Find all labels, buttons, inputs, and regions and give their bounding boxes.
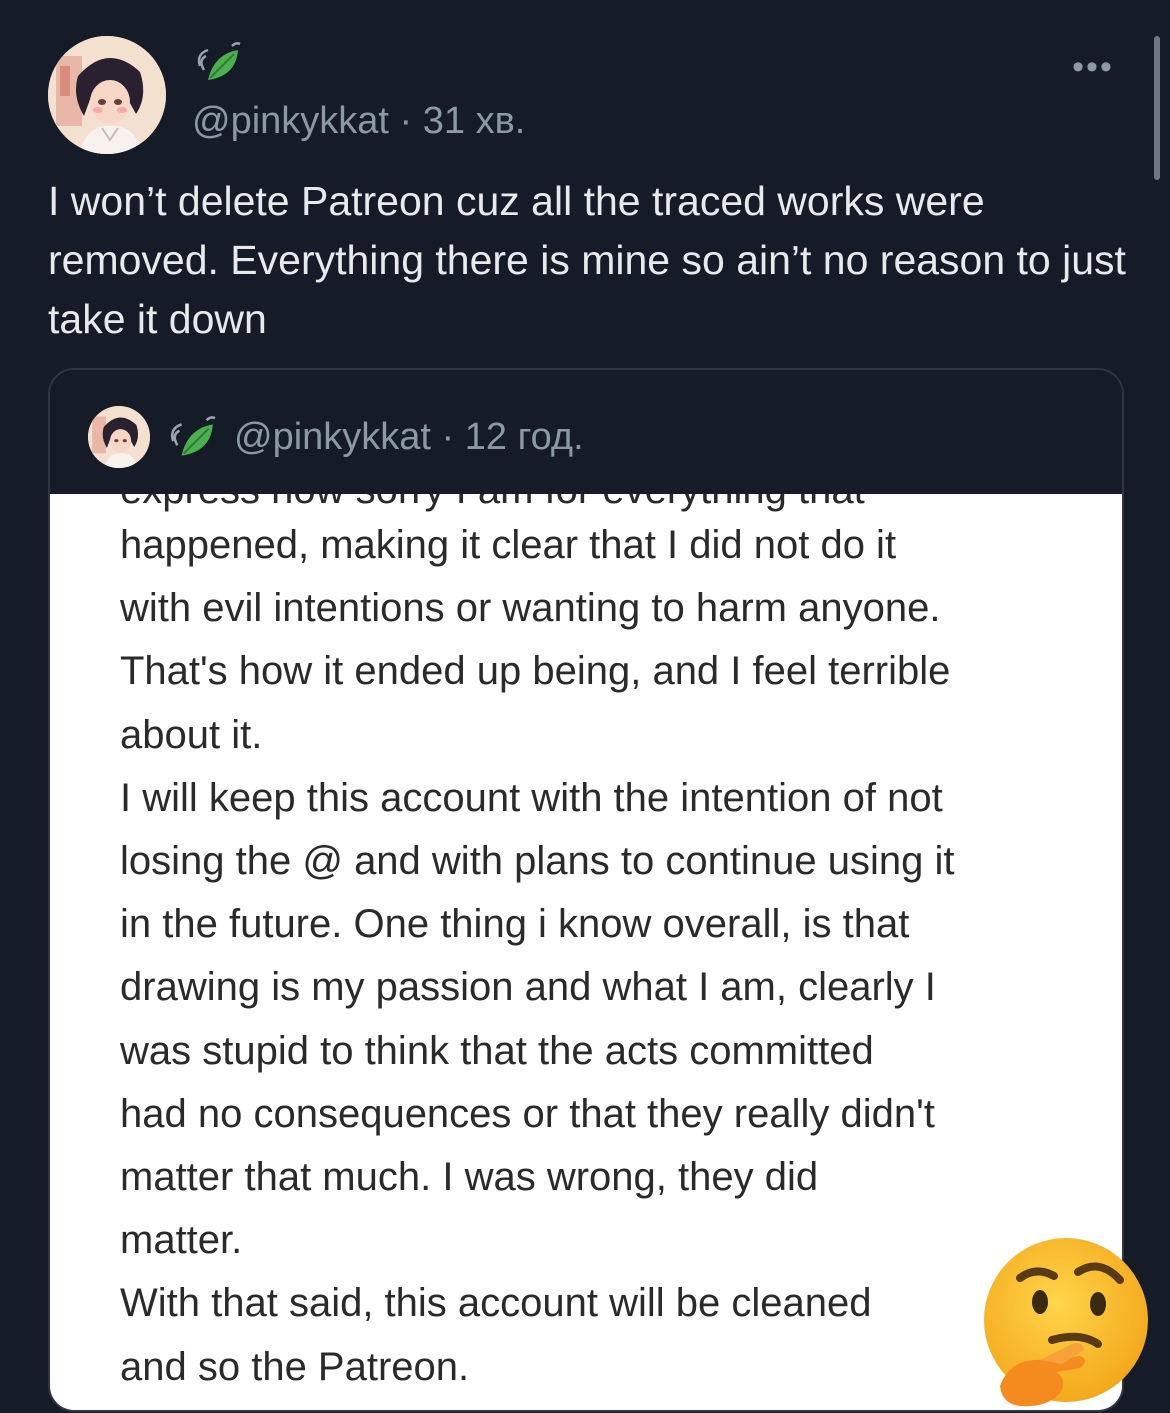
leaf-emoji-icon (192, 40, 244, 88)
quoted-author-handle[interactable]: @pinkykkat (234, 416, 431, 458)
scrollbar[interactable] (1154, 36, 1160, 180)
meta-separator: · (430, 416, 465, 458)
quoted-author-avatar[interactable] (88, 406, 150, 468)
quoted-tweet-timestamp[interactable]: 12 год. (465, 416, 584, 458)
more-options-button[interactable]: ••• (1066, 50, 1120, 84)
image-partial-line: express how sorry I am for everything th… (120, 494, 865, 513)
quoted-tweet-image[interactable]: express how sorry I am for everything th… (50, 494, 1122, 1410)
tweet-text: I won’t delete Patreon cuz all the trace… (48, 178, 1126, 342)
leaf-emoji-icon (164, 414, 220, 464)
image-document-text: happened, making it clear that I did not… (120, 523, 955, 1389)
tweet: @pinkykkat · 31 хв. ••• I won’t delete P… (0, 0, 1170, 1412)
quoted-author-meta: @pinkykkat · 12 год. (234, 416, 584, 459)
tweet-timestamp[interactable]: 31 хв. (423, 100, 526, 142)
author-meta: @pinkykkat · 31 хв. (192, 100, 525, 143)
meta-separator: · (388, 100, 423, 142)
thinking-face-emoji-icon (980, 1236, 1152, 1408)
quoted-tweet-card[interactable]: @pinkykkat · 12 год. express how sorry I… (48, 368, 1124, 1412)
author-handle[interactable]: @pinkykkat (192, 100, 389, 142)
author-avatar[interactable] (48, 36, 166, 154)
